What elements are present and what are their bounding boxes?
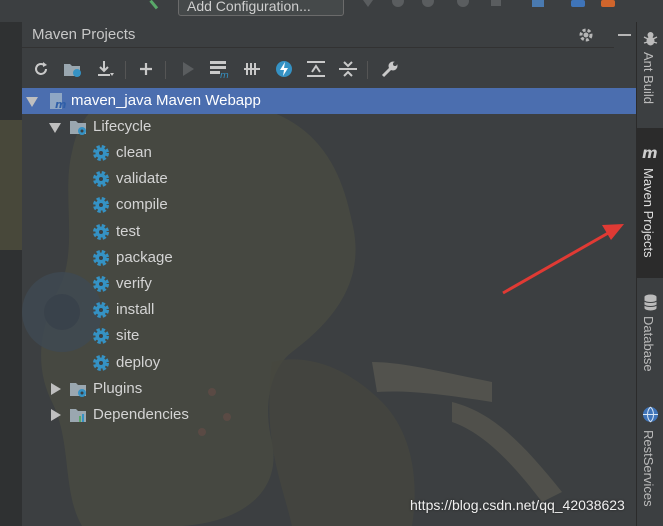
folder-gear-icon xyxy=(70,121,86,135)
gear-icon xyxy=(93,302,109,319)
ant-icon xyxy=(643,32,658,46)
maven-module-icon: m xyxy=(50,93,66,110)
tree-plugins-row[interactable]: Plugins xyxy=(22,376,636,402)
build-hammer-icon[interactable] xyxy=(149,0,167,10)
lifecycle-goal-compile[interactable]: compile xyxy=(22,192,636,218)
side-tab-rest-services[interactable]: RestServices xyxy=(637,402,663,526)
side-tab-maven-projects[interactable]: m Maven Projects xyxy=(637,128,663,278)
expand-arrow-icon[interactable] xyxy=(26,97,38,107)
lifecycle-goal-label: test xyxy=(116,222,141,240)
side-tab-label: Maven Projects xyxy=(641,168,656,258)
lifecycle-goal-label: install xyxy=(116,301,155,319)
side-tab-ant-build[interactable]: Ant Build xyxy=(637,22,663,122)
lifecycle-goal-install[interactable]: install xyxy=(22,297,636,323)
panel-header: Maven Projects xyxy=(22,22,636,48)
tree-dependencies-row[interactable]: Dependencies xyxy=(22,402,636,428)
run-icon[interactable] xyxy=(360,0,376,7)
side-tab-label: RestServices xyxy=(641,430,656,507)
lifecycle-goal-package[interactable]: package xyxy=(22,245,636,271)
gear-icon xyxy=(93,249,109,266)
stop-icon[interactable] xyxy=(488,0,504,7)
side-tab-label: Ant Build xyxy=(641,52,656,105)
toolbar-separator xyxy=(125,61,126,79)
maven-projects-panel: Maven Projects m m maven_java Maven Weba… xyxy=(22,22,636,526)
lifecycle-goal-deploy[interactable]: deploy xyxy=(22,350,636,376)
tree-plugins-label: Plugins xyxy=(93,380,143,397)
run-icon[interactable] xyxy=(177,58,199,80)
svg-text:m: m xyxy=(642,144,658,161)
debug-icon[interactable] xyxy=(390,0,406,7)
reimport-icon[interactable] xyxy=(30,58,52,80)
maven-m-icon: m xyxy=(642,144,658,161)
lifecycle-goal-validate[interactable]: validate xyxy=(22,166,636,192)
gear-icon xyxy=(93,145,109,161)
project-structure-icon[interactable] xyxy=(530,0,546,7)
collapse-arrow-icon[interactable] xyxy=(51,383,61,395)
settings-wrench-icon[interactable] xyxy=(379,58,401,80)
tree-root-label: maven_java Maven Webapp xyxy=(71,92,261,109)
execute-goal-icon[interactable]: m xyxy=(209,58,231,80)
right-tool-window-strip: Ant Build m Maven Projects Database Rest… xyxy=(636,22,663,526)
svg-text:m: m xyxy=(220,71,229,79)
svg-text:m: m xyxy=(55,98,66,110)
lifecycle-goal-label: compile xyxy=(116,196,168,214)
watermark-url: https://blog.csdn.net/qq_42038623 xyxy=(410,497,625,513)
database-icon xyxy=(644,294,657,311)
lifecycle-goal-label: validate xyxy=(116,170,168,188)
toolbar-separator xyxy=(367,61,368,79)
lifecycle-goal-label: deploy xyxy=(116,353,161,371)
plugin-icon-blue[interactable] xyxy=(570,0,586,7)
tree-lifecycle-row[interactable]: Lifecycle xyxy=(22,114,636,140)
maven-toolbar: m xyxy=(22,52,636,86)
gear-icon xyxy=(93,328,109,345)
tree-root-row[interactable]: m maven_java Maven Webapp xyxy=(22,88,636,114)
profile-icon[interactable] xyxy=(455,0,471,7)
lifecycle-goal-site[interactable]: site xyxy=(22,323,636,349)
generate-sources-icon[interactable] xyxy=(62,58,84,80)
tree-lifecycle-label: Lifecycle xyxy=(93,118,152,135)
gear-icon[interactable] xyxy=(577,26,595,44)
editor-background-strip xyxy=(0,120,22,250)
toggle-offline-icon[interactable] xyxy=(241,58,263,80)
add-project-icon[interactable] xyxy=(135,58,157,80)
lifecycle-goal-label: clean xyxy=(116,144,152,161)
lifecycle-goal-clean[interactable]: clean xyxy=(22,140,636,166)
add-configuration-button[interactable]: Add Configuration... xyxy=(178,0,344,16)
gear-icon xyxy=(93,354,109,371)
expand-arrow-icon[interactable] xyxy=(49,123,61,133)
lifecycle-goal-test[interactable]: test xyxy=(22,219,636,245)
show-dependencies-icon[interactable] xyxy=(305,58,327,80)
gear-icon xyxy=(93,171,109,188)
tree-dependencies-label: Dependencies xyxy=(93,406,189,423)
folder-gear-icon xyxy=(70,383,86,397)
ide-top-toolbar: Add Configuration... xyxy=(0,0,663,22)
editor-background xyxy=(0,22,22,526)
lifecycle-goal-verify[interactable]: verify xyxy=(22,271,636,297)
toolbar-separator xyxy=(165,61,166,79)
minimize-icon[interactable] xyxy=(614,22,636,48)
collapse-arrow-icon[interactable] xyxy=(51,409,61,421)
minimize-button[interactable] xyxy=(614,22,636,48)
gear-icon xyxy=(93,223,109,240)
lifecycle-goal-label: package xyxy=(116,248,173,266)
gear-icon xyxy=(93,197,109,214)
folder-chart-icon xyxy=(70,409,86,422)
skip-tests-icon[interactable] xyxy=(273,58,295,80)
download-icon[interactable] xyxy=(94,58,116,80)
panel-title: Maven Projects xyxy=(32,26,136,43)
coverage-icon[interactable] xyxy=(420,0,436,7)
side-tab-database[interactable]: Database xyxy=(637,288,663,398)
side-tab-label: Database xyxy=(641,316,656,372)
lifecycle-goal-label: site xyxy=(116,327,140,345)
gear-icon xyxy=(93,276,109,292)
plugin-icon-orange[interactable] xyxy=(600,0,616,7)
globe-icon xyxy=(643,406,658,423)
collapse-all-icon[interactable] xyxy=(337,58,359,80)
lifecycle-goal-label: verify xyxy=(116,275,152,292)
